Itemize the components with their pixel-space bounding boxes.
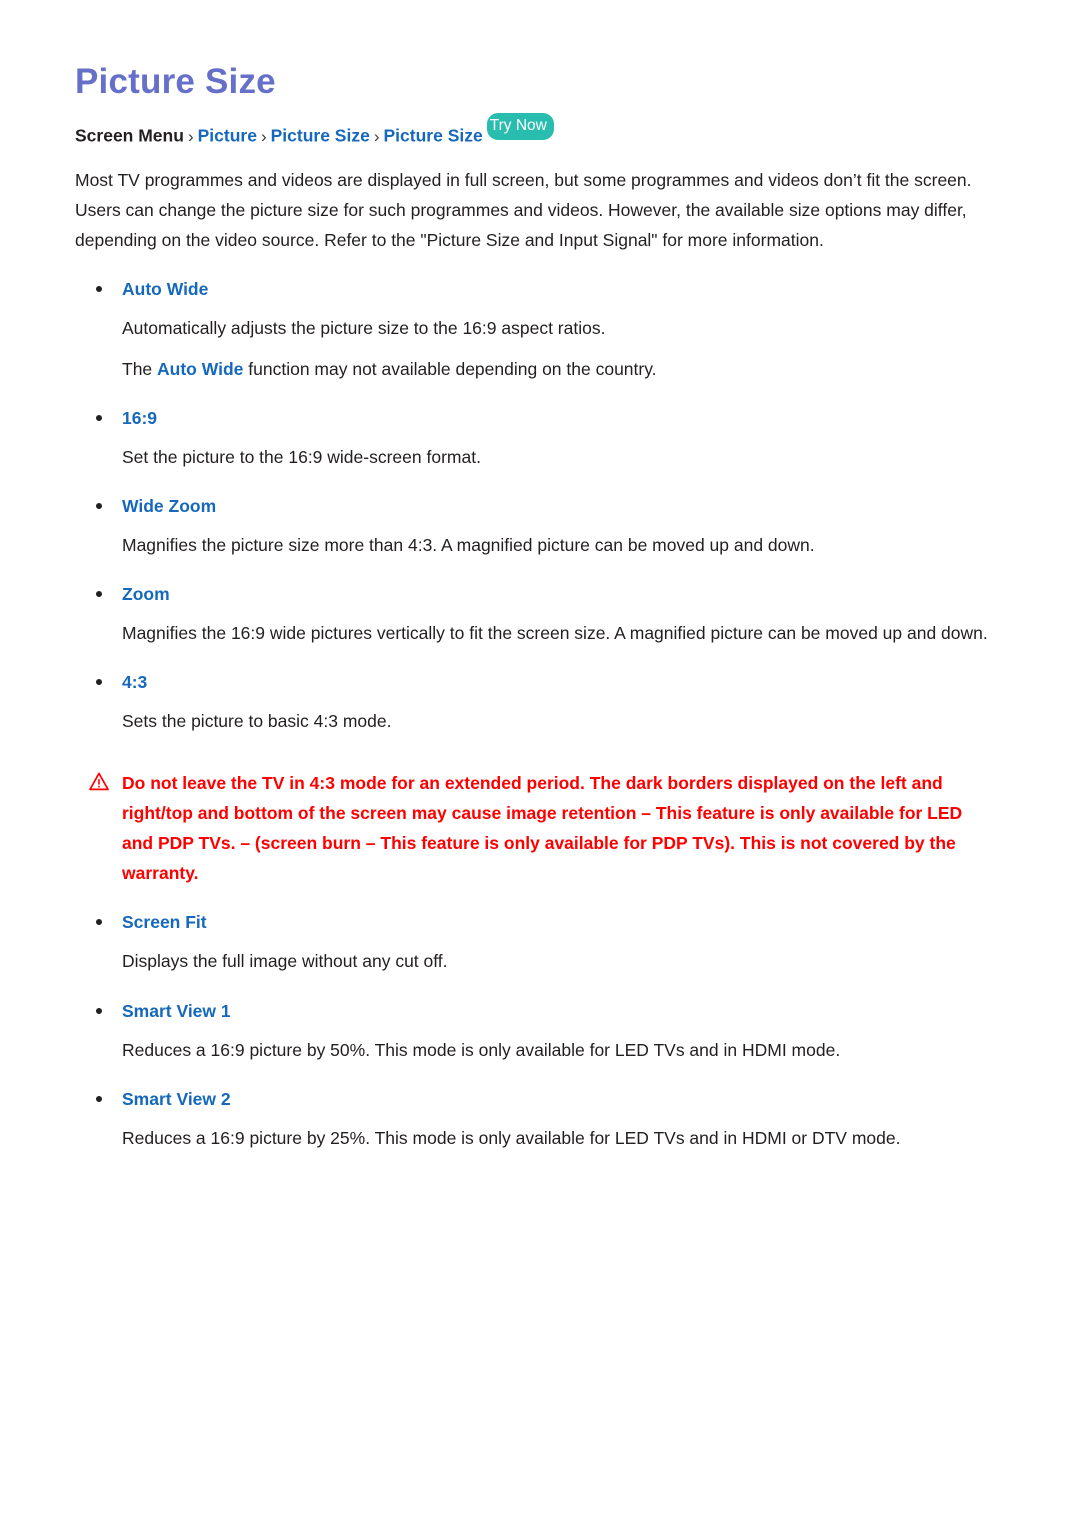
option-heading[interactable]: 16:9 xyxy=(75,404,992,432)
option-label: Auto Wide xyxy=(122,279,209,300)
option-4-3: 4:3 Sets the picture to basic 4:3 mode. xyxy=(75,668,992,736)
option-16-9: 16:9 Set the picture to the 16:9 wide-sc… xyxy=(75,404,992,472)
bullet-icon xyxy=(96,1095,102,1102)
bullet-icon xyxy=(96,502,102,509)
option-heading[interactable]: 4:3 xyxy=(75,668,992,696)
option-auto-wide: Auto Wide Automatically adjusts the pict… xyxy=(75,275,992,383)
option-smart-view-2: Smart View 2 Reduces a 16:9 picture by 2… xyxy=(75,1085,992,1153)
bullet-icon xyxy=(96,590,102,597)
option-label: 16:9 xyxy=(122,407,158,428)
bullet-icon xyxy=(96,678,102,685)
bullet-icon xyxy=(96,286,102,293)
warning-note: Do not leave the TV in 4:3 mode for an e… xyxy=(75,768,992,888)
breadcrumb-link-picture[interactable]: Picture xyxy=(198,126,257,146)
note-pre: The xyxy=(122,358,158,379)
option-description: Displays the full image without any cut … xyxy=(122,951,448,972)
warning-triangle-icon xyxy=(89,772,109,791)
option-heading[interactable]: Smart View 1 xyxy=(75,997,992,1025)
option-smart-view-1: Smart View 1 Reduces a 16:9 picture by 5… xyxy=(75,997,992,1065)
option-description: Magnifies the 16:9 wide pictures vertica… xyxy=(122,622,988,643)
option-description: Set the picture to the 16:9 wide-screen … xyxy=(122,446,481,467)
try-now-badge[interactable]: Try Now xyxy=(486,113,554,140)
breadcrumb-link-picture-size-2[interactable]: Picture Size xyxy=(384,126,483,146)
option-description: Automatically adjusts the picture size t… xyxy=(122,318,606,339)
option-heading[interactable]: Zoom xyxy=(75,580,992,608)
option-heading[interactable]: Smart View 2 xyxy=(75,1085,992,1113)
option-label: Screen Fit xyxy=(122,912,207,933)
option-label: 4:3 xyxy=(122,671,148,692)
bullet-icon xyxy=(96,1007,102,1014)
option-label: Smart View 1 xyxy=(122,1000,231,1021)
option-zoom: Zoom Magnifies the 16:9 wide pictures ve… xyxy=(75,580,992,648)
option-heading[interactable]: Screen Fit xyxy=(75,908,992,936)
option-wide-zoom: Wide Zoom Magnifies the picture size mor… xyxy=(75,492,992,560)
warning-text: Do not leave the TV in 4:3 mode for an e… xyxy=(122,773,963,884)
option-screen-fit: Screen Fit Displays the full image witho… xyxy=(75,908,992,976)
breadcrumb-separator: › xyxy=(187,126,194,146)
breadcrumb-link-picture-size[interactable]: Picture Size xyxy=(271,126,370,146)
option-heading[interactable]: Auto Wide xyxy=(75,275,992,303)
breadcrumb: Screen Menu › Picture › Picture Size › Picture… xyxy=(75,113,992,149)
note-post: function may not available depending on … xyxy=(243,358,657,379)
option-description: Reduces a 16:9 picture by 25%. This mode… xyxy=(122,1127,901,1148)
document-page: Picture Size Screen Menu › Picture › Picture… xyxy=(0,0,1080,1527)
option-note: The Auto Wide function may not available… xyxy=(75,354,992,384)
option-heading[interactable]: Wide Zoom xyxy=(75,492,992,520)
bullet-icon xyxy=(96,919,102,926)
option-label: Zoom xyxy=(122,583,170,604)
page-title: Picture Size xyxy=(75,62,276,101)
option-label: Smart View 2 xyxy=(122,1088,231,1109)
option-description: Magnifies the picture size more than 4:3… xyxy=(122,534,815,555)
note-highlight: Auto Wide xyxy=(157,358,244,379)
breadcrumb-separator: › xyxy=(260,126,267,146)
option-description: Sets the picture to basic 4:3 mode. xyxy=(122,710,392,731)
option-description: Reduces a 16:9 picture by 50%. This mode… xyxy=(122,1039,841,1060)
option-label: Wide Zoom xyxy=(122,495,217,516)
breadcrumb-root: Screen Menu xyxy=(75,125,184,146)
bullet-icon xyxy=(96,414,102,421)
breadcrumb-separator: › xyxy=(373,126,380,146)
intro-paragraph: Most TV programmes and videos are displa… xyxy=(75,170,972,251)
